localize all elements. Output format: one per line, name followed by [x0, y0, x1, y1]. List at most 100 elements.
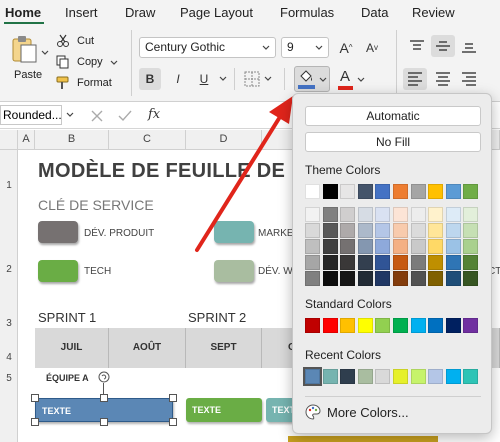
resize-handle[interactable] — [169, 418, 177, 426]
fill-color-button[interactable] — [294, 66, 330, 92]
resize-handle[interactable] — [31, 418, 39, 426]
standard-color-swatch[interactable] — [445, 318, 461, 333]
theme-shade-swatch[interactable] — [445, 255, 461, 270]
confirm-icon[interactable] — [118, 110, 132, 122]
theme-color-swatch[interactable] — [357, 184, 373, 199]
theme-shade-swatch[interactable] — [322, 207, 338, 222]
theme-shade-swatch[interactable] — [305, 239, 320, 254]
theme-shade-swatch[interactable] — [410, 223, 426, 238]
cancel-icon[interactable] — [91, 110, 103, 122]
theme-shade-swatch[interactable] — [322, 223, 338, 238]
theme-shade-swatch[interactable] — [305, 207, 320, 222]
standard-color-swatch[interactable] — [393, 318, 408, 333]
theme-shade-swatch[interactable] — [393, 239, 408, 254]
theme-shade-swatch[interactable] — [463, 223, 479, 238]
row-header[interactable]: 2 — [0, 264, 18, 278]
theme-shade-swatch[interactable] — [463, 271, 479, 286]
row-header[interactable]: 1 — [0, 180, 18, 194]
theme-shade-swatch[interactable] — [375, 223, 391, 238]
align-right-icon[interactable] — [460, 71, 478, 87]
theme-shade-swatch[interactable] — [393, 255, 408, 270]
recent-color-swatch[interactable] — [322, 369, 338, 384]
grow-font-icon[interactable]: A ^ — [336, 37, 356, 58]
theme-shade-swatch[interactable] — [428, 223, 444, 238]
resize-handle[interactable] — [100, 394, 108, 402]
theme-color-swatch[interactable] — [428, 184, 444, 199]
standard-color-swatch[interactable] — [463, 318, 479, 333]
theme-shade-swatch[interactable] — [428, 239, 444, 254]
theme-color-swatch[interactable] — [305, 184, 320, 199]
theme-shade-swatch[interactable] — [340, 271, 356, 286]
theme-shade-swatch[interactable] — [375, 271, 391, 286]
theme-shade-swatch[interactable] — [305, 255, 320, 270]
theme-shade-swatch[interactable] — [357, 271, 373, 286]
align-left-button[interactable] — [403, 68, 427, 90]
tab-draw[interactable]: Draw — [125, 5, 155, 20]
task-bar[interactable]: TEXTE — [186, 398, 262, 422]
font-name-dropdown[interactable]: Century Gothic — [139, 37, 276, 58]
row-header[interactable]: 5 — [0, 373, 18, 387]
theme-shade-swatch[interactable] — [428, 207, 444, 222]
tab-review[interactable]: Review — [412, 5, 455, 20]
theme-color-swatch[interactable] — [322, 184, 338, 199]
bold-button[interactable]: B — [139, 68, 161, 90]
align-center-icon[interactable] — [434, 71, 452, 87]
copy-button[interactable]: Copy — [56, 55, 122, 71]
theme-shade-swatch[interactable] — [445, 239, 461, 254]
align-top-icon[interactable] — [408, 39, 426, 55]
theme-shade-swatch[interactable] — [357, 239, 373, 254]
standard-color-swatch[interactable] — [305, 318, 320, 333]
tab-formulas[interactable]: Formulas — [280, 5, 334, 20]
theme-color-swatch[interactable] — [340, 184, 356, 199]
select-all-corner[interactable] — [0, 130, 18, 150]
legend-chip[interactable] — [214, 260, 254, 282]
row-header[interactable]: 4 — [0, 352, 18, 366]
theme-color-swatch[interactable] — [445, 184, 461, 199]
theme-shade-swatch[interactable] — [375, 207, 391, 222]
column-header[interactable]: C — [109, 130, 186, 150]
tab-home[interactable]: Home — [5, 5, 41, 20]
theme-shade-swatch[interactable] — [463, 239, 479, 254]
italic-button[interactable]: I — [167, 68, 189, 90]
recent-color-swatch[interactable] — [463, 369, 479, 384]
row-header[interactable]: 3 — [0, 318, 18, 332]
underline-button[interactable]: U — [193, 68, 215, 90]
tab-insert[interactable]: Insert — [65, 5, 98, 20]
theme-shade-swatch[interactable] — [410, 255, 426, 270]
theme-color-swatch[interactable] — [410, 184, 426, 199]
theme-shade-swatch[interactable] — [305, 223, 320, 238]
cut-button[interactable]: Cut — [56, 34, 116, 50]
shrink-font-icon[interactable]: Av — [362, 37, 382, 58]
theme-shade-swatch[interactable] — [340, 223, 356, 238]
recent-color-swatch[interactable] — [393, 369, 408, 384]
recent-color-swatch[interactable] — [340, 369, 356, 384]
fx-label[interactable]: fx — [148, 107, 160, 122]
paste-button[interactable]: Paste — [8, 34, 50, 84]
recent-color-swatch[interactable] — [303, 367, 322, 386]
theme-shade-swatch[interactable] — [393, 223, 408, 238]
no-fill-button[interactable]: No Fill — [305, 132, 481, 152]
theme-shade-swatch[interactable] — [410, 207, 426, 222]
theme-shade-swatch[interactable] — [410, 271, 426, 286]
theme-shade-swatch[interactable] — [305, 271, 320, 286]
theme-shade-swatch[interactable] — [375, 255, 391, 270]
theme-shade-swatch[interactable] — [393, 271, 408, 286]
recent-color-swatch[interactable] — [410, 369, 426, 384]
column-header[interactable]: A — [18, 130, 35, 150]
theme-shade-swatch[interactable] — [463, 255, 479, 270]
theme-shade-swatch[interactable] — [357, 255, 373, 270]
more-colors-button[interactable]: More Colors... — [305, 404, 409, 420]
theme-shade-swatch[interactable] — [445, 271, 461, 286]
theme-color-swatch[interactable] — [375, 184, 391, 199]
resize-handle[interactable] — [100, 418, 108, 426]
borders-icon[interactable] — [244, 71, 260, 87]
tab-data[interactable]: Data — [361, 5, 388, 20]
theme-shade-swatch[interactable] — [322, 271, 338, 286]
theme-shade-swatch[interactable] — [340, 239, 356, 254]
recent-color-swatch[interactable] — [357, 369, 373, 384]
tab-page-layout[interactable]: Page Layout — [180, 5, 253, 20]
theme-shade-swatch[interactable] — [463, 207, 479, 222]
recent-color-swatch[interactable] — [445, 369, 461, 384]
theme-shade-swatch[interactable] — [428, 255, 444, 270]
rotate-handle-icon[interactable] — [98, 371, 110, 383]
